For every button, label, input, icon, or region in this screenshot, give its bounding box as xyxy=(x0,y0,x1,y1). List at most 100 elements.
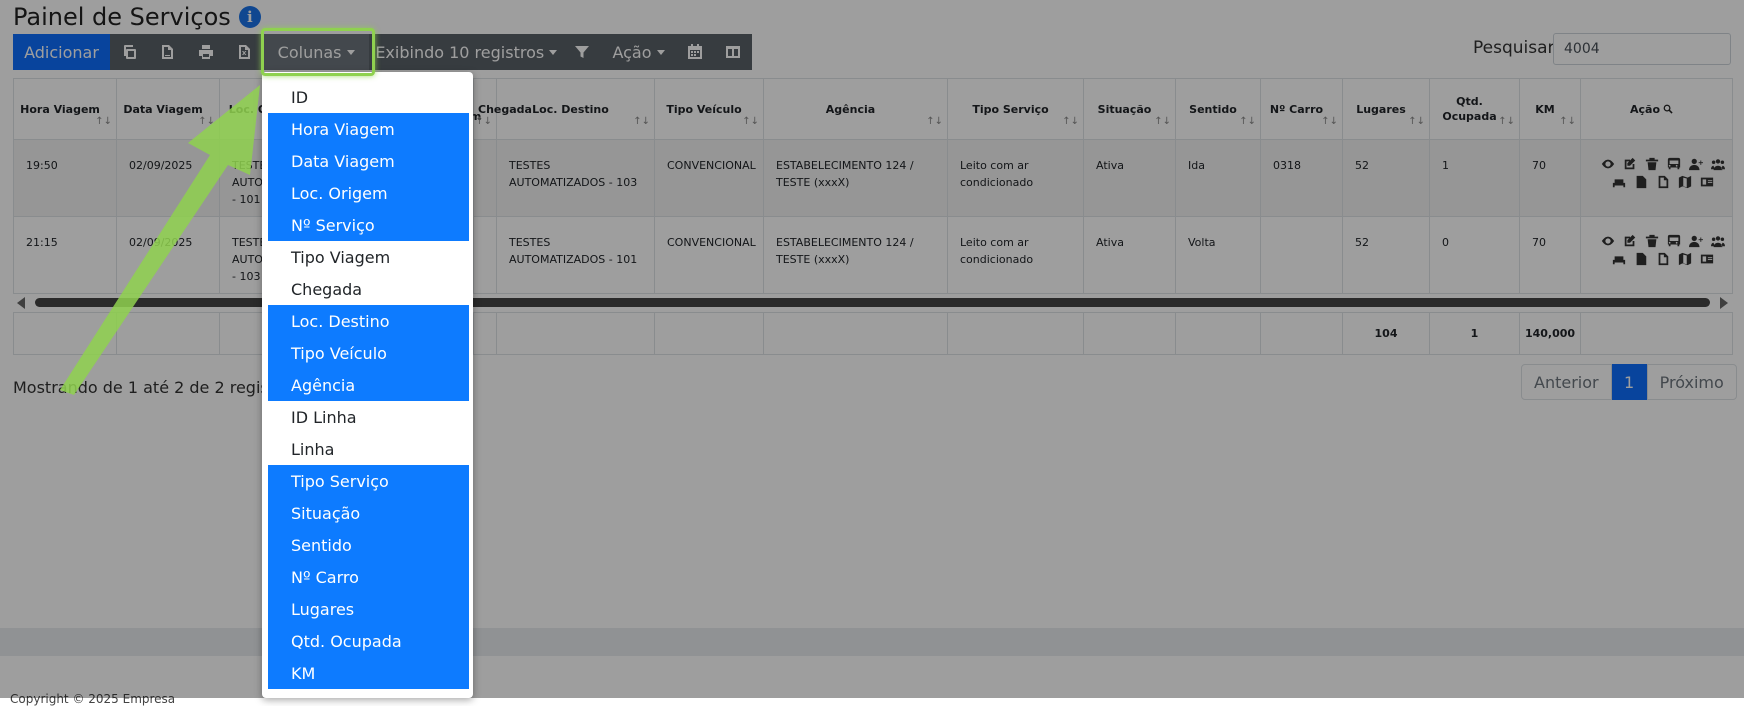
map-icon[interactable] xyxy=(1677,251,1694,267)
users-icon[interactable] xyxy=(1710,156,1727,172)
column-toggle-item[interactable]: Sentido xyxy=(268,529,469,561)
column-toggle-item[interactable]: Data Viagem xyxy=(268,145,469,177)
columns-dropdown: ID Hora Viagem Data Viagem Loc. Origem Nº Se… xyxy=(262,72,473,698)
map-icon[interactable] xyxy=(1677,174,1694,190)
table-cell: Volta xyxy=(1175,216,1261,294)
sort-icon[interactable]: ↑↓ xyxy=(742,114,759,129)
search-input[interactable] xyxy=(1553,33,1731,65)
column-header[interactable]: Chegada ↑↓ xyxy=(473,78,532,140)
pagination-next[interactable]: Próximo xyxy=(1646,364,1737,400)
pdf-button[interactable] xyxy=(148,34,186,70)
column-header[interactable]: Nº Carro ↑↓ xyxy=(1260,78,1343,140)
pagination-page-1[interactable]: 1 xyxy=(1611,364,1647,400)
edit-icon[interactable] xyxy=(1622,156,1639,172)
row-actions xyxy=(1580,216,1733,294)
sort-icon[interactable]: ↑↓ xyxy=(1154,114,1171,129)
total-lugares: 104 xyxy=(1342,312,1430,355)
column-toggle-item[interactable]: Lugares xyxy=(268,593,469,625)
edit-icon[interactable] xyxy=(1622,233,1639,249)
column-header[interactable]: Sentido ↑↓ xyxy=(1175,78,1261,140)
column-toggle-item[interactable]: Tipo Veículo xyxy=(268,337,469,369)
add-button[interactable]: Adicionar xyxy=(13,34,110,70)
exibindo-button[interactable]: Exibindo 10 registros xyxy=(369,34,563,70)
column-header[interactable]: Situação ↑↓ xyxy=(1083,78,1176,140)
page: Painel de Serviços i Adicionar Colunas E… xyxy=(0,0,1744,706)
colunas-button[interactable]: Colunas xyxy=(262,34,370,70)
seat-icon[interactable] xyxy=(1611,251,1628,267)
print-button[interactable] xyxy=(186,34,224,70)
column-header[interactable]: Tipo Serviço ↑↓ xyxy=(947,78,1084,140)
id-card-icon[interactable] xyxy=(1699,174,1716,190)
sort-icon[interactable]: ↑↓ xyxy=(1321,114,1338,129)
view-icon[interactable] xyxy=(1600,233,1617,249)
sort-icon[interactable]: ↑↓ xyxy=(633,114,650,129)
column-toggle-item[interactable]: ID xyxy=(268,81,469,113)
pagination-prev[interactable]: Anterior xyxy=(1521,364,1612,400)
column-header[interactable]: Qtd. Ocupada ↑↓ xyxy=(1429,78,1520,140)
sort-icon[interactable]: ↑↓ xyxy=(1239,114,1256,129)
seat-icon[interactable] xyxy=(1611,174,1628,190)
view-icon[interactable] xyxy=(1600,156,1617,172)
delete-icon[interactable] xyxy=(1644,233,1661,249)
users-icon[interactable] xyxy=(1710,233,1727,249)
scroll-left-icon[interactable] xyxy=(17,297,25,309)
column-toggle-item[interactable]: Nº Carro xyxy=(268,561,469,593)
sort-icon[interactable]: ↑↓ xyxy=(1559,114,1576,129)
column-toggle-item[interactable]: Hora Viagem xyxy=(268,113,469,145)
scroll-right-icon[interactable] xyxy=(1720,297,1728,309)
delete-icon[interactable] xyxy=(1644,156,1661,172)
column-header-label: KM xyxy=(1535,102,1555,116)
table-cell: ESTABELECIMENTO 124 / TESTE (xxxX) xyxy=(763,216,948,294)
column-header[interactable]: Lugares ↑↓ xyxy=(1342,78,1430,140)
acao-button[interactable]: Ação xyxy=(601,34,675,70)
column-header[interactable]: Hora Viagem ↑↓ xyxy=(13,78,117,140)
chevron-down-icon xyxy=(346,49,355,55)
table-cell: 19:50 xyxy=(13,139,117,217)
filter-button[interactable] xyxy=(563,34,601,70)
sort-icon[interactable]: ↑↓ xyxy=(1498,114,1515,129)
user-add-icon[interactable] xyxy=(1688,156,1705,172)
row-actions xyxy=(1580,139,1733,217)
column-header-label: Situação xyxy=(1097,102,1152,116)
sort-icon[interactable]: ↑↓ xyxy=(475,114,492,129)
info-icon[interactable]: i xyxy=(238,6,261,28)
column-toggle-item[interactable]: ID Linha xyxy=(268,401,469,433)
toolbar: Adicionar Colunas Exibindo 10 registros … xyxy=(13,34,752,70)
column-toggle-item[interactable]: Tipo Viagem xyxy=(268,241,469,273)
document-icon[interactable] xyxy=(1655,174,1672,190)
copy-button[interactable] xyxy=(110,34,148,70)
user-add-icon[interactable] xyxy=(1688,233,1705,249)
column-header[interactable]: Data Viagem ↑↓ xyxy=(116,78,220,140)
column-toggle-item[interactable]: Situação xyxy=(268,497,469,529)
column-toggle-item[interactable]: Qtd. Ocupada xyxy=(268,625,469,657)
column-toggle-item[interactable]: Chegada xyxy=(268,273,469,305)
sort-icon[interactable]: ↑↓ xyxy=(926,114,943,129)
table-cell: 1 xyxy=(1429,139,1520,217)
sort-icon[interactable]: ↑↓ xyxy=(1062,114,1079,129)
column-header[interactable]: Agência ↑↓ xyxy=(763,78,948,140)
column-header[interactable]: Tipo Veículo ↑↓ xyxy=(654,78,764,140)
column-toggle-item[interactable]: Linha xyxy=(268,433,469,465)
sort-icon[interactable]: ↑↓ xyxy=(198,114,215,129)
excel-button[interactable] xyxy=(225,34,263,70)
column-header[interactable]: Loc. Destino ↑↓ xyxy=(496,78,655,140)
column-toggle-item[interactable]: Loc. Destino xyxy=(268,305,469,337)
column-header[interactable]: Ação xyxy=(1580,78,1733,140)
bus-icon[interactable] xyxy=(1666,156,1683,172)
column-toggle-item[interactable]: Tipo Serviço xyxy=(268,465,469,497)
file-icon[interactable] xyxy=(1633,174,1650,190)
column-toggle-item[interactable]: Loc. Origem xyxy=(268,177,469,209)
columns-toggle-button[interactable] xyxy=(714,34,752,70)
calendar-button[interactable] xyxy=(675,34,713,70)
file-icon[interactable] xyxy=(1633,251,1650,267)
filter-icon xyxy=(575,46,590,58)
column-toggle-item[interactable]: Agência xyxy=(268,369,469,401)
column-toggle-item[interactable]: Nº Serviço xyxy=(268,209,469,241)
bus-icon[interactable] xyxy=(1666,233,1683,249)
sort-icon[interactable]: ↑↓ xyxy=(1408,114,1425,129)
id-card-icon[interactable] xyxy=(1699,251,1716,267)
sort-icon[interactable]: ↑↓ xyxy=(95,114,112,129)
column-toggle-item[interactable]: KM xyxy=(268,657,469,689)
document-icon[interactable] xyxy=(1655,251,1672,267)
column-header[interactable]: KM ↑↓ xyxy=(1519,78,1581,140)
